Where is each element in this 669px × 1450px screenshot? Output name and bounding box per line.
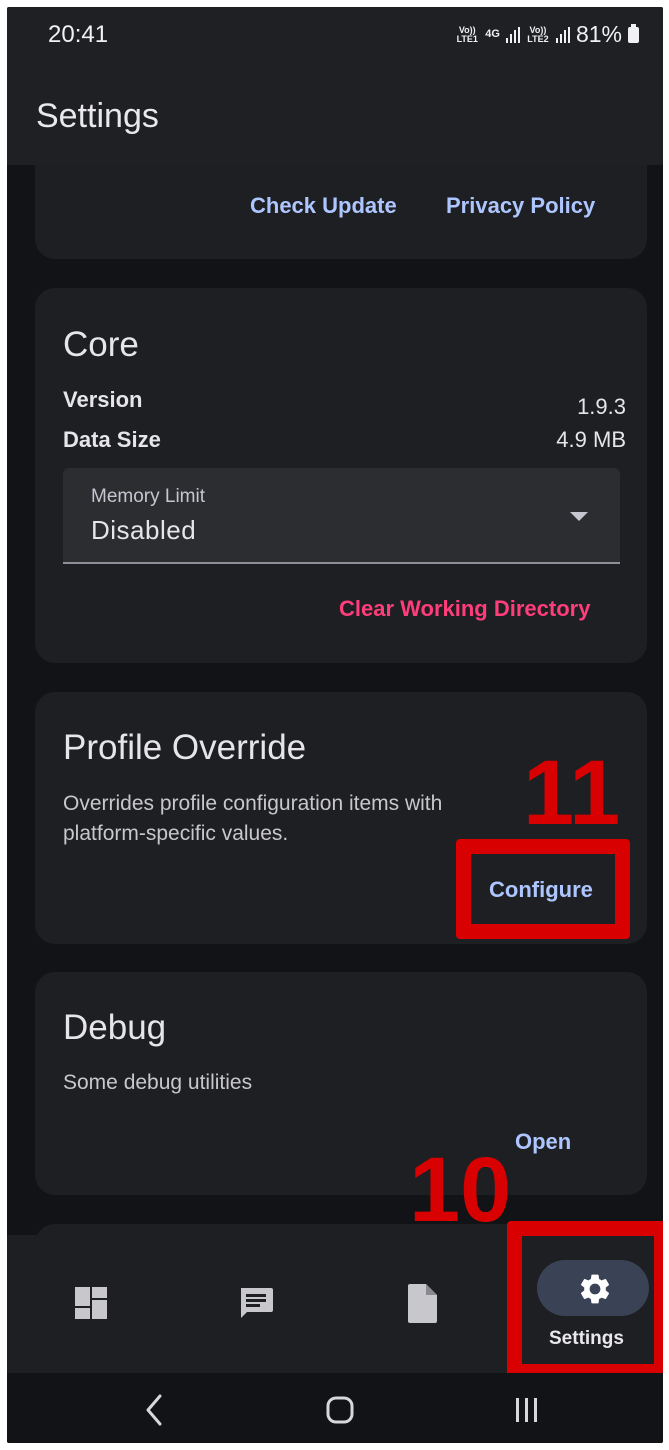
configure-highlight-box [456,839,630,939]
signal-bars-icon [555,26,570,43]
core-card: Core Version 1.9.3 Data Size 4.9 MB Memo… [35,288,647,663]
network-type-label: 4G [485,28,500,40]
page-title: Settings [36,97,159,135]
status-clock: 20:41 [48,21,109,48]
profile-override-description: Overrides profile configuration items wi… [63,792,443,845]
battery-icon [628,23,639,43]
check-update-button[interactable]: Check Update [250,193,397,219]
recent-apps-icon[interactable] [513,1395,541,1425]
settings-highlight-box [507,1221,663,1379]
step-11-annotation: 11 [523,742,621,844]
about-card: Check Update Privacy Policy [35,165,647,259]
privacy-policy-button[interactable]: Privacy Policy [446,193,595,219]
back-icon[interactable] [143,1393,165,1427]
core-title: Core [63,325,139,364]
step-10-annotation: 10 [409,1139,512,1235]
nav-item-files[interactable] [369,1235,481,1373]
version-label: Version [63,387,143,412]
open-debug-button[interactable]: Open [515,1129,571,1155]
app-bar: Settings [7,67,663,165]
settings-content[interactable]: Check Update Privacy Policy Core Version… [7,165,663,1235]
clear-working-directory-button[interactable]: Clear Working Directory [339,596,590,622]
signal-bars-icon [505,26,520,43]
message-icon [241,1288,273,1318]
debug-card: Debug Some debug utilities Open [35,972,647,1195]
nav-item-messages[interactable] [202,1235,314,1373]
version-value: 1.9.3 [577,394,626,419]
sim1-volte-label: Vo)) LTE1 [456,24,478,44]
file-icon [408,1284,437,1323]
sim2-volte-label: Vo)) LTE2 [527,24,549,44]
memory-limit-value: Disabled [91,515,197,545]
nav-item-dashboard[interactable] [35,1235,147,1373]
data-size-label: Data Size [63,427,161,452]
debug-title: Debug [63,1008,167,1047]
home-icon[interactable] [325,1395,355,1425]
dashboard-icon [75,1287,107,1319]
memory-limit-dropdown[interactable]: Memory Limit Disabled [63,468,620,564]
dropdown-arrow-icon [570,512,588,521]
memory-limit-label: Memory Limit [91,486,206,507]
debug-description: Some debug utilities [63,1071,253,1094]
status-indicators: Vo)) LTE1 4G Vo)) LTE2 81% [455,21,639,48]
system-navigation-bar [7,1373,663,1443]
bottom-navigation: Settings [7,1221,663,1379]
battery-percentage: 81% [575,21,622,47]
phone-screen: 20:41 Vo)) LTE1 4G Vo)) LTE2 81% Settings … [7,7,663,1443]
data-size-value: 4.9 MB [556,427,626,452]
profile-override-title: Profile Override [63,728,307,767]
status-bar: 20:41 Vo)) LTE1 4G Vo)) LTE2 81% [7,7,663,67]
